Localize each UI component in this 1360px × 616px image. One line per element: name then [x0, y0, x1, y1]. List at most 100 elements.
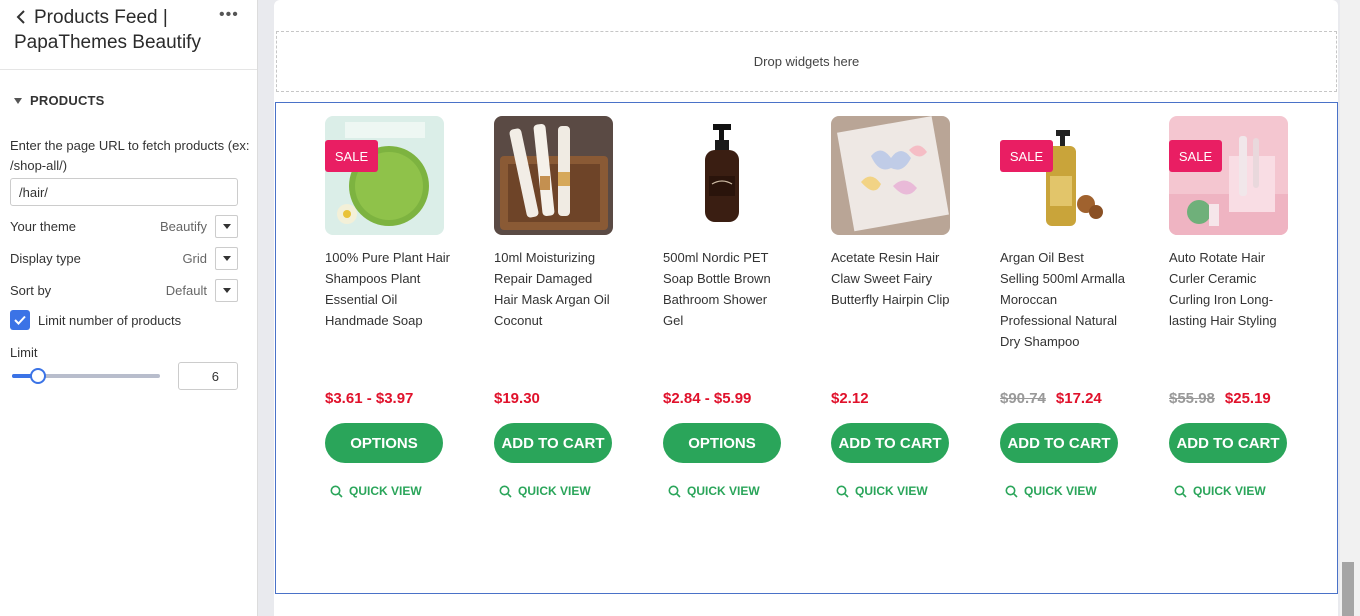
- quick-view-label: QUICK VIEW: [1193, 484, 1266, 498]
- canvas-scrollbar[interactable]: [1340, 0, 1360, 616]
- theme-dropdown[interactable]: [215, 214, 238, 238]
- product-price: $2.84 - $5.99: [663, 390, 751, 407]
- add-to-cart-button[interactable]: ADD TO CART: [1000, 423, 1118, 463]
- hair-curler-image: [1169, 116, 1288, 235]
- price-old: $90.74: [1000, 390, 1046, 407]
- product-price: $90.74 $17.24: [1000, 390, 1102, 407]
- product-image[interactable]: SALE: [1000, 116, 1119, 235]
- sidebar-title: Products Feed | PapaThemes Beautify: [14, 7, 201, 53]
- argan-oil-bottle-image: [1000, 116, 1119, 235]
- quick-view-label: QUICK VIEW: [687, 484, 760, 498]
- sort-by-label: Sort by: [10, 282, 52, 298]
- caret-down-icon: [222, 287, 231, 293]
- search-icon: [836, 485, 849, 498]
- search-icon: [499, 485, 512, 498]
- quick-view-link[interactable]: QUICK VIEW: [499, 484, 591, 498]
- add-to-cart-button[interactable]: ADD TO CART: [1169, 423, 1287, 463]
- display-type-dropdown[interactable]: [215, 246, 238, 270]
- quick-view-label: QUICK VIEW: [518, 484, 591, 498]
- product-name[interactable]: Argan Oil Best Selling 500ml Armalla Mor…: [1000, 247, 1125, 377]
- product-name[interactable]: 500ml Nordic PET Soap Bottle Brown Bathr…: [663, 247, 788, 377]
- product-price: $2.12: [831, 390, 869, 407]
- product-image[interactable]: [494, 116, 613, 235]
- sale-badge: SALE: [325, 140, 378, 172]
- product-price: $19.30: [494, 390, 540, 407]
- pump-bottle-image: [663, 116, 782, 235]
- product-name[interactable]: 100% Pure Plant Hair Shampoos Plant Esse…: [325, 247, 450, 377]
- add-to-cart-button[interactable]: ADD TO CART: [831, 423, 949, 463]
- product-name[interactable]: 10ml Moisturizing Repair Damaged Hair Ma…: [494, 247, 619, 377]
- limit-checkbox-row[interactable]: Limit number of products: [10, 310, 181, 330]
- display-type-row: Display type Grid: [10, 246, 238, 270]
- product-image[interactable]: [831, 116, 950, 235]
- product-card: 10ml Moisturizing Repair Damaged Hair Ma…: [494, 116, 634, 498]
- price-current: $3.61 - $3.97: [325, 390, 414, 407]
- widget-dropzone[interactable]: Drop widgets here: [276, 31, 1337, 92]
- limit-input[interactable]: [178, 362, 238, 390]
- product-image[interactable]: [663, 116, 782, 235]
- shampoo-soap-image: [325, 116, 444, 235]
- price-current: $2.12: [831, 390, 869, 407]
- limit-checkbox[interactable]: [10, 310, 30, 330]
- product-price: $3.61 - $3.97: [325, 390, 413, 407]
- price-current: $25.19: [1224, 390, 1271, 407]
- price-current: $19.30: [494, 390, 540, 407]
- page-url-input[interactable]: [10, 178, 238, 206]
- section-title: PRODUCTS: [30, 93, 105, 108]
- url-label: Enter the page URL to fetch products (ex…: [10, 138, 250, 173]
- sort-by-dropdown[interactable]: [215, 278, 238, 302]
- settings-sidebar: Products Feed | PapaThemes Beautify ••• …: [0, 0, 258, 616]
- quick-view-label: QUICK VIEW: [1024, 484, 1097, 498]
- product-card: Acetate Resin Hair Claw Sweet Fairy Butt…: [831, 116, 971, 498]
- product-image[interactable]: SALE: [1169, 116, 1288, 235]
- quick-view-link[interactable]: QUICK VIEW: [836, 484, 928, 498]
- products-section-toggle[interactable]: PRODUCTS: [14, 93, 105, 108]
- hair-mask-vials-image: [494, 116, 613, 235]
- sidebar-header: Products Feed | PapaThemes Beautify •••: [0, 0, 257, 70]
- quick-view-link[interactable]: QUICK VIEW: [330, 484, 422, 498]
- more-options-icon[interactable]: •••: [219, 6, 239, 24]
- options-button[interactable]: OPTIONS: [325, 423, 443, 463]
- display-type-label: Display type: [10, 250, 81, 266]
- product-name[interactable]: Auto Rotate Hair Curler Ceramic Curling …: [1169, 247, 1294, 377]
- caret-down-icon: [222, 255, 231, 261]
- quick-view-link[interactable]: QUICK VIEW: [1174, 484, 1266, 498]
- limit-checkbox-label: Limit number of products: [38, 312, 182, 328]
- quick-view-link[interactable]: QUICK VIEW: [668, 484, 760, 498]
- display-type-value: Grid: [182, 250, 207, 266]
- caret-down-icon: [14, 97, 22, 104]
- product-card: SALE Argan Oil Best Selling 500ml Armall…: [1000, 116, 1140, 498]
- sort-by-value: Default: [165, 282, 207, 298]
- quick-view-link[interactable]: QUICK VIEW: [1005, 484, 1097, 498]
- product-image[interactable]: SALE: [325, 116, 444, 235]
- checkmark-icon: [14, 315, 26, 325]
- product-card: SALE 100% Pure Plant Hair Shampoos Plant…: [325, 116, 465, 498]
- caret-down-icon: [222, 223, 231, 229]
- hair-claw-clips-image: [831, 116, 950, 235]
- options-button[interactable]: OPTIONS: [663, 423, 781, 463]
- price-old: $55.98: [1169, 390, 1215, 407]
- limit-label: Limit: [10, 345, 38, 360]
- search-icon: [330, 485, 343, 498]
- theme-value: Beautify: [160, 218, 207, 234]
- limit-slider[interactable]: [12, 368, 160, 384]
- theme-row: Your theme Beautify: [10, 214, 238, 238]
- sale-badge: SALE: [1000, 140, 1053, 172]
- sale-badge: SALE: [1169, 140, 1222, 172]
- product-card: SALE Auto Rotate Hair Curler Ceramic Cur…: [1169, 116, 1309, 498]
- search-icon: [1005, 485, 1018, 498]
- quick-view-label: QUICK VIEW: [855, 484, 928, 498]
- search-icon: [1174, 485, 1187, 498]
- product-name[interactable]: Acetate Resin Hair Claw Sweet Fairy Butt…: [831, 247, 956, 377]
- product-price: $55.98 $25.19: [1169, 390, 1271, 407]
- price-current: $2.84 - $5.99: [663, 390, 752, 407]
- slider-handle[interactable]: [30, 368, 47, 384]
- search-icon: [668, 485, 681, 498]
- quick-view-label: QUICK VIEW: [349, 484, 422, 498]
- add-to-cart-button[interactable]: ADD TO CART: [494, 423, 612, 463]
- dropzone-text: Drop widgets here: [753, 54, 860, 69]
- scrollbar-thumb[interactable]: [1342, 562, 1354, 616]
- sort-by-row: Sort by Default: [10, 278, 238, 302]
- theme-label: Your theme: [10, 218, 77, 234]
- product-card: 500ml Nordic PET Soap Bottle Brown Bathr…: [663, 116, 803, 498]
